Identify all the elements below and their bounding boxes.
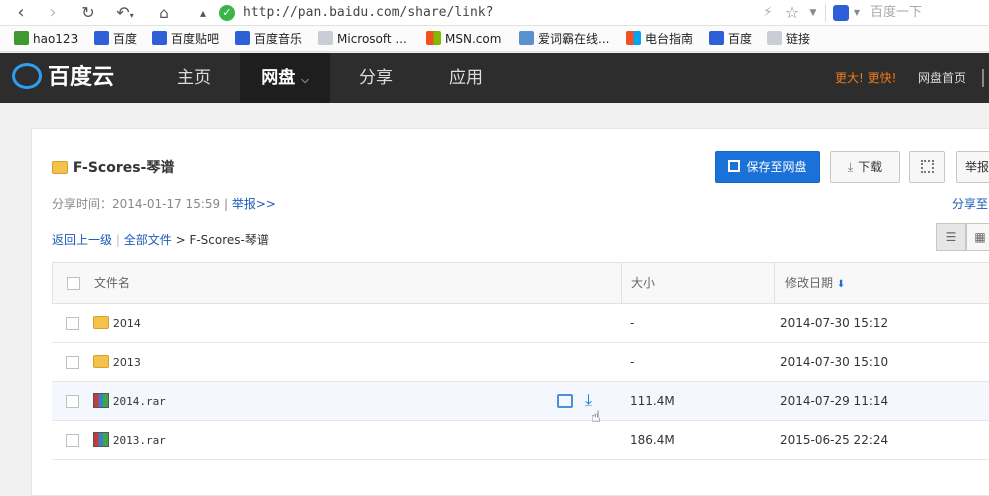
engine-dropdown-icon[interactable]: ▼ bbox=[851, 0, 863, 26]
bookmark-links-folder[interactable]: 链接 bbox=[767, 30, 810, 48]
file-size: - bbox=[630, 355, 635, 369]
sort-down-icon: ⬇ bbox=[836, 279, 846, 290]
header-filename[interactable]: 文件名 bbox=[94, 263, 130, 302]
file-name: 2013.rar bbox=[112, 434, 166, 447]
save-icon bbox=[728, 160, 741, 172]
share-panel: F-Scores-琴谱 保存至网盘 ⤓ 下载 举报 分享时间：2014-01-17… bbox=[31, 128, 989, 496]
bookmark-music[interactable]: 百度音乐 bbox=[235, 30, 302, 48]
chevron-down-icon: ⌵ bbox=[301, 75, 309, 86]
star-icon[interactable]: ☆ bbox=[782, 0, 802, 26]
file-name: 2014.rar bbox=[112, 395, 166, 408]
back-icon[interactable]: ‹ bbox=[10, 0, 32, 26]
file-size: - bbox=[630, 316, 635, 330]
file-name: 2014 bbox=[112, 317, 141, 330]
baidu-search-icon[interactable] bbox=[833, 5, 849, 21]
qrcode-icon bbox=[920, 160, 934, 173]
list-view-icon[interactable]: ☰ bbox=[936, 223, 966, 251]
nav-netdisk[interactable]: 网盘 ⌵ bbox=[240, 53, 330, 103]
nav-share[interactable]: 分享 bbox=[340, 53, 412, 103]
lightning-icon[interactable]: ⚡ bbox=[758, 0, 778, 26]
secure-check-icon: ✓ bbox=[219, 5, 235, 21]
grid-view-icon[interactable]: ▦ bbox=[966, 223, 989, 251]
bookmark-tieba[interactable]: 百度贴吧 bbox=[152, 30, 219, 48]
breadcrumb-current: F-Scores-琴谱 bbox=[189, 233, 269, 247]
folder-icon bbox=[93, 316, 109, 329]
breadcrumb: 返回上一级 | 全部文件 > F-Scores-琴谱 bbox=[52, 233, 269, 247]
file-date: 2014-07-29 11:14 bbox=[780, 394, 889, 408]
file-name: 2013 bbox=[112, 356, 141, 369]
file-size: 111.4M bbox=[630, 394, 675, 408]
row-checkbox[interactable] bbox=[66, 317, 79, 330]
home-icon[interactable]: ⌂ bbox=[152, 0, 176, 26]
nav-apps[interactable]: 应用 bbox=[430, 53, 502, 103]
rar-archive-icon bbox=[93, 393, 109, 408]
cloud-logo-icon bbox=[12, 63, 42, 89]
report-button[interactable]: 举报 bbox=[956, 151, 989, 183]
app-header: 百度云 主页 网盘 ⌵ 分享 应用 更大! 更快! 网盘首页 bbox=[0, 53, 989, 103]
file-date: 2015-06-25 22:24 bbox=[780, 433, 889, 447]
breadcrumb-back[interactable]: 返回上一级 bbox=[52, 233, 112, 247]
table-row[interactable]: 2014 - 2014-07-30 15:12 bbox=[52, 304, 989, 343]
bookmark-baidu-2[interactable]: 百度 bbox=[709, 30, 752, 48]
promo-text[interactable]: 更大! 更快! bbox=[835, 53, 896, 103]
breadcrumb-all-files[interactable]: 全部文件 bbox=[124, 233, 172, 247]
chevron-down-icon[interactable]: ▼ bbox=[806, 0, 820, 26]
save-to-netdisk-button[interactable]: 保存至网盘 bbox=[715, 151, 820, 183]
table-header: 文件名 大小 修改日期 ⬇ bbox=[52, 262, 989, 304]
qrcode-button[interactable] bbox=[909, 151, 945, 183]
table-row[interactable]: 2013 - 2014-07-30 15:10 bbox=[52, 343, 989, 382]
search-input[interactable]: 百度一下 bbox=[870, 0, 922, 26]
bookmark-microsoft[interactable]: Microsoft ... bbox=[318, 30, 407, 48]
file-date: 2014-07-30 15:12 bbox=[780, 316, 889, 330]
netdisk-home-link[interactable]: 网盘首页 bbox=[918, 53, 966, 103]
table-row[interactable]: 2013.rar 186.4M 2015-06-25 22:24 bbox=[52, 421, 989, 460]
nav-home[interactable]: 主页 bbox=[158, 53, 230, 103]
file-size: 186.4M bbox=[630, 433, 675, 447]
bookmark-baidu[interactable]: 百度 bbox=[94, 30, 137, 48]
save-file-icon[interactable] bbox=[557, 394, 573, 408]
rar-archive-icon bbox=[93, 432, 109, 447]
bookmark-msn[interactable]: MSN.com bbox=[426, 30, 501, 48]
folder-title: F-Scores-琴谱 bbox=[52, 157, 174, 177]
baidu-cloud-logo[interactable]: 百度云 bbox=[12, 63, 114, 93]
refresh-icon[interactable]: ↻ bbox=[76, 0, 100, 26]
row-checkbox[interactable] bbox=[66, 395, 79, 408]
share-time: 分享时间：2014-01-17 15:59 bbox=[52, 197, 221, 211]
bookmarks-bar: hao123 百度 百度贴吧 百度音乐 Microsoft ... MSN.co… bbox=[0, 26, 989, 52]
share-meta: 分享时间：2014-01-17 15:59 | 举报>> bbox=[52, 197, 276, 211]
download-icon: ⤓ bbox=[847, 160, 854, 174]
browser-toolbar: ‹ › ↻ ↶▾ ⌂ ▴ ✓ http://pan.baidu.com/shar… bbox=[0, 0, 989, 42]
header-modified-date[interactable]: 修改日期 ⬇ bbox=[785, 263, 845, 302]
undo-icon[interactable]: ↶▾ bbox=[110, 0, 140, 26]
file-date: 2014-07-30 15:10 bbox=[780, 355, 889, 369]
select-all-checkbox[interactable] bbox=[67, 277, 80, 290]
header-size[interactable]: 大小 bbox=[631, 263, 655, 302]
report-link[interactable]: 举报>> bbox=[232, 197, 276, 211]
bell-icon: ▴ bbox=[199, 6, 207, 20]
folder-icon bbox=[52, 161, 68, 174]
download-button[interactable]: ⤓ 下载 bbox=[830, 151, 900, 183]
table-row[interactable]: 2014.rar ⤓ ☝ 111.4M 2014-07-29 11:14 bbox=[52, 382, 989, 426]
row-checkbox[interactable] bbox=[66, 356, 79, 369]
bookmark-hao123[interactable]: hao123 bbox=[14, 30, 78, 48]
folder-icon bbox=[93, 355, 109, 368]
bookmark-iciba[interactable]: 爱词霸在线... bbox=[519, 30, 609, 48]
bookmark-radio[interactable]: 电台指南 bbox=[626, 30, 693, 48]
share-to-link[interactable]: 分享至 bbox=[952, 195, 988, 212]
row-checkbox[interactable] bbox=[66, 434, 79, 447]
address-bar[interactable]: http://pan.baidu.com/share/link?shareid=… bbox=[243, 2, 753, 42]
forward-icon[interactable]: › bbox=[42, 0, 64, 26]
